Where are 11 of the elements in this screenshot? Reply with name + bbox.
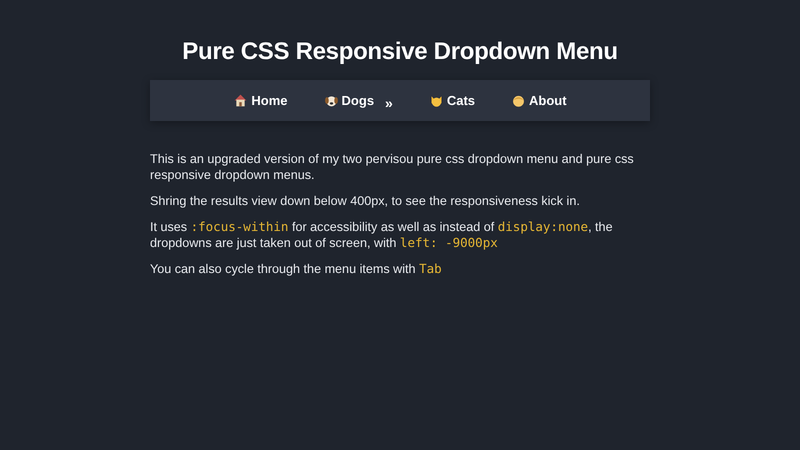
menu-item[interactable]: Cats <box>428 93 476 108</box>
paragraph: This is an upgraded version of my two pervisou pure css dropdown menu and pure css responsive dropdown menus. <box>150 151 635 183</box>
paragraph: You can also cycle through the menu items with Tab <box>150 261 443 277</box>
submenu-arrow-icon: » <box>385 94 393 110</box>
paragraph: It uses :focus-within for accessibility as well as instead of display:none, the dropdowns are just taken out of screen, with left: -9000px <box>150 219 614 251</box>
page-title: Pure CSS Responsive Dropdown Menu <box>181 38 619 66</box>
paragraph: Shring the results view down below 400px, to see the responsiveness kick in. <box>150 193 581 209</box>
menu-item[interactable]: Dogs » <box>324 90 393 110</box>
house-icon <box>233 93 248 108</box>
menu-item[interactable]: About <box>511 93 567 108</box>
menu-item[interactable]: Home <box>233 93 288 108</box>
